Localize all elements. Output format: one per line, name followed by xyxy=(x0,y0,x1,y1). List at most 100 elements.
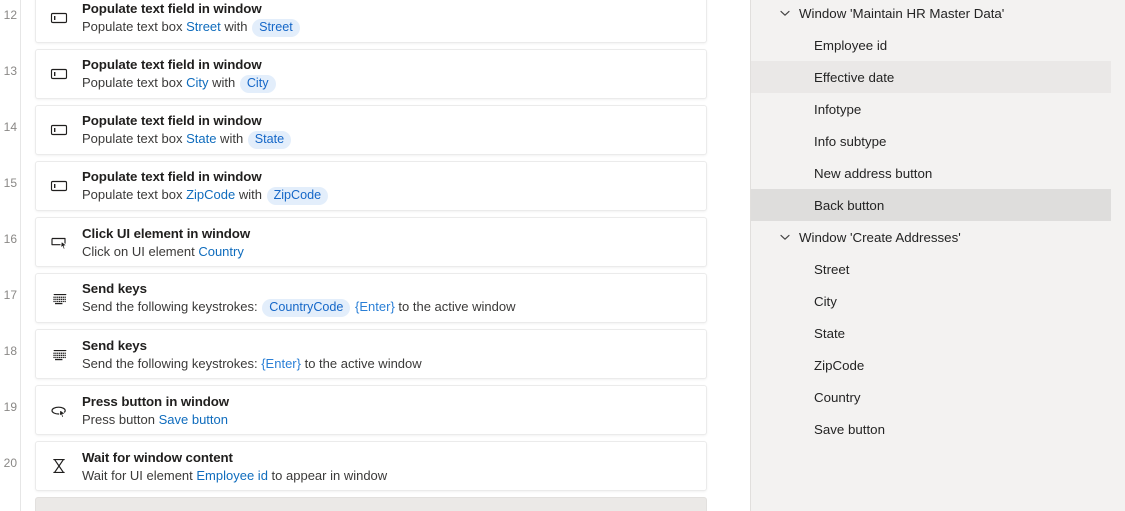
variable-pill[interactable]: State xyxy=(247,130,292,149)
action-subtitle-text: to appear in window xyxy=(267,467,388,483)
action-subtitle-text: to the active window xyxy=(394,298,516,314)
action-subtitle-text: Populate text box xyxy=(82,186,187,202)
action-card[interactable]: Populate text field in window Populate te… xyxy=(35,0,707,43)
action-card-body: Populate text field in window Populate te… xyxy=(82,0,706,37)
action-title: Wait for window content xyxy=(82,449,233,465)
action-target-link[interactable]: Country xyxy=(198,244,244,259)
line-number: 13 xyxy=(3,64,17,78)
action-subtitle-text: Send the following keystrokes: xyxy=(82,298,262,314)
action-subtitle: Send the following keystrokes: CountryCo… xyxy=(82,298,698,317)
action-subtitle: Populate text box Street with Street xyxy=(82,18,698,37)
action-target-link[interactable]: City xyxy=(186,75,208,90)
action-list[interactable]: Populate text field in window Populate te… xyxy=(35,0,707,511)
action-subtitle-text: Wait for UI element xyxy=(82,467,197,483)
action-title: Populate text field in window xyxy=(82,56,262,72)
action-target-link[interactable]: Employee id xyxy=(196,468,268,483)
line-number: 15 xyxy=(3,176,17,190)
chevron-down-icon[interactable] xyxy=(777,5,793,21)
keystroke-token[interactable]: {Enter} xyxy=(351,299,395,314)
variable-pill[interactable]: CountryCode xyxy=(262,298,351,317)
action-card[interactable]: Send keys Send the following keystrokes: … xyxy=(35,273,707,323)
action-card-body: Populate text field in window Populate te… xyxy=(82,168,706,205)
variable-pill[interactable]: City xyxy=(239,74,276,93)
line-number-gutter: 12131415161718192021 xyxy=(0,0,21,511)
action-target-link[interactable]: Street xyxy=(186,19,221,34)
tree-item-row[interactable]: Street xyxy=(751,253,1111,285)
line-number: 18 xyxy=(3,344,17,358)
keyboard-icon xyxy=(36,288,82,308)
text-field-icon xyxy=(36,176,82,196)
action-subtitle-text: with xyxy=(220,18,252,34)
action-title: Press button in window xyxy=(82,393,230,409)
hourglass-icon xyxy=(36,456,82,476)
line-number: 19 xyxy=(3,400,17,414)
tree-item-label: Country xyxy=(814,389,861,405)
tree-item-row[interactable]: Save button xyxy=(751,413,1111,445)
action-card[interactable]: Populate text field in window Populate te… xyxy=(35,161,707,211)
text-field-icon xyxy=(36,8,82,28)
tree-item-row[interactable]: Infotype xyxy=(751,93,1111,125)
action-target-link[interactable]: ZipCode xyxy=(186,187,235,202)
variable-pill[interactable]: ZipCode xyxy=(266,186,329,205)
action-subtitle-text: Populate text box xyxy=(82,18,187,34)
tree-item-label: Info subtype xyxy=(814,133,887,149)
flow-scrollbar-track[interactable] xyxy=(733,0,750,511)
action-target-link[interactable]: State xyxy=(186,131,216,146)
flow-designer-pane: 12131415161718192021 Populate text field… xyxy=(0,0,750,511)
action-subtitle: Click on UI element Country xyxy=(82,243,698,260)
action-title: Populate text field in window xyxy=(82,112,262,128)
tree-item-row[interactable]: ZipCode xyxy=(751,349,1111,381)
tree-item-label: Save button xyxy=(814,421,885,437)
action-target-link[interactable]: Save button xyxy=(159,412,228,427)
tree-group-row[interactable]: Window 'Create Addresses' xyxy=(751,221,1111,253)
action-card-body: Populate text field in window Populate te… xyxy=(82,112,706,149)
action-card[interactable]: Send keys Send the following keystrokes: … xyxy=(35,329,707,379)
action-subtitle-text: Populate text box xyxy=(82,74,187,90)
action-card[interactable]: Populate text field in window Populate te… xyxy=(35,105,707,155)
tree-item-label: ZipCode xyxy=(814,357,865,373)
line-number: 14 xyxy=(3,120,17,134)
tree-item-label: Employee id xyxy=(814,37,888,53)
action-card-body: Click UI element in window Click on UI el… xyxy=(82,225,706,260)
action-card[interactable]: Press button in window Press button Save … xyxy=(35,385,707,435)
action-card[interactable]: Press button in window xyxy=(35,497,707,511)
action-card[interactable]: Wait for window content Wait for UI eleme… xyxy=(35,441,707,491)
action-subtitle: Populate text box City with City xyxy=(82,74,698,93)
tree-item-row[interactable]: State xyxy=(751,317,1111,349)
tree-item-label: Effective date xyxy=(814,69,895,85)
action-subtitle: Send the following keystrokes: {Enter} t… xyxy=(82,355,698,372)
variable-pill[interactable]: Street xyxy=(252,18,300,37)
line-number: 20 xyxy=(3,456,17,470)
power-automate-desktop-window: 12131415161718192021 Populate text field… xyxy=(0,0,1125,511)
tree-item-label: Street xyxy=(814,261,850,277)
tree-item-row[interactable]: Info subtype xyxy=(751,125,1111,157)
action-subtitle-text: Send the following keystrokes: xyxy=(82,355,262,371)
action-card-body: Populate text field in window Populate te… xyxy=(82,56,706,93)
tree-item-row[interactable]: Effective date xyxy=(751,61,1111,93)
tree-item-row[interactable]: Back button xyxy=(751,189,1111,221)
action-card[interactable]: Click UI element in window Click on UI el… xyxy=(35,217,707,267)
text-field-icon xyxy=(36,64,82,84)
action-subtitle: Press button Save button xyxy=(82,411,698,428)
line-number: 12 xyxy=(3,8,17,22)
tree-item-row[interactable]: Country xyxy=(751,381,1111,413)
chevron-down-icon[interactable] xyxy=(777,229,793,245)
keystroke-token[interactable]: {Enter} xyxy=(261,356,301,371)
action-title: Send keys xyxy=(82,337,147,353)
action-card-body: Press button in window Press button Save … xyxy=(82,393,706,428)
tree-item-label: Window 'Create Addresses' xyxy=(799,229,961,245)
action-subtitle-text: to the active window xyxy=(300,355,422,371)
action-title: Click UI element in window xyxy=(82,225,251,241)
tree-group-row[interactable]: Window 'Maintain HR Master Data' xyxy=(751,0,1111,29)
action-subtitle: Wait for UI element Employee id to appea… xyxy=(82,467,698,484)
tree-item-row[interactable]: City xyxy=(751,285,1111,317)
action-card[interactable]: Populate text field in window Populate te… xyxy=(35,49,707,99)
action-card-body: Send keys Send the following keystrokes: … xyxy=(82,280,706,317)
ui-elements-pane: Window 'Maintain HR Master Data' Employee… xyxy=(750,0,1125,511)
keyboard-icon xyxy=(36,344,82,364)
ui-elements-tree[interactable]: Window 'Maintain HR Master Data' Employee… xyxy=(751,0,1111,454)
tree-item-row[interactable]: Employee id xyxy=(751,29,1111,61)
line-number: 17 xyxy=(3,288,17,302)
tree-item-row[interactable]: New address button xyxy=(751,157,1111,189)
line-number: 16 xyxy=(3,232,17,246)
